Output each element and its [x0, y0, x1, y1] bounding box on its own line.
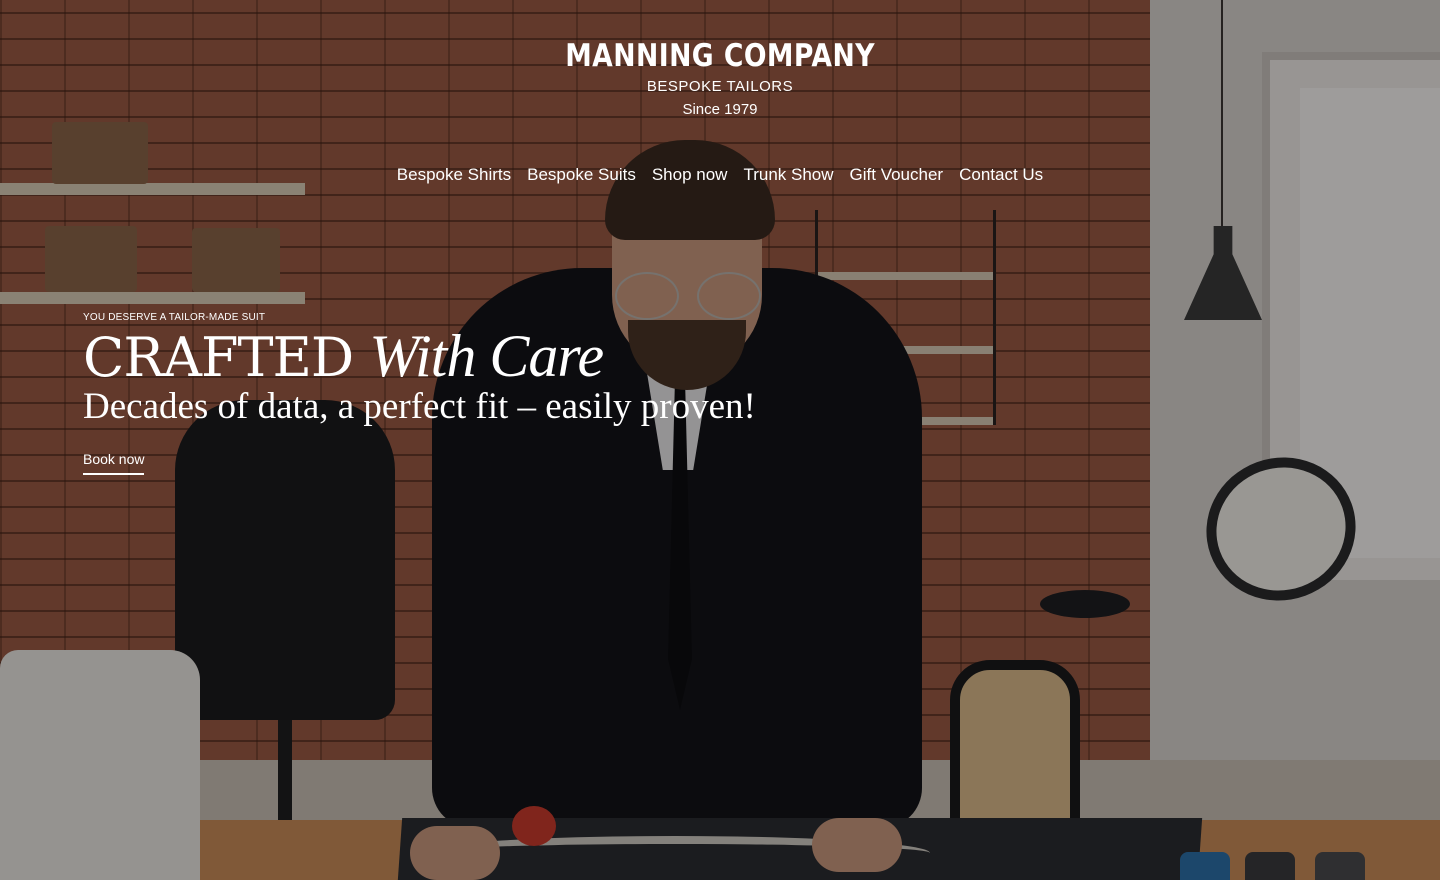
nav-shop-now[interactable]: Shop now — [652, 163, 728, 187]
hero-tagline: Decades of data, a perfect fit – easily … — [83, 386, 756, 427]
nav-gift-voucher[interactable]: Gift Voucher — [850, 163, 944, 187]
headline-main: CRAFTED — [83, 326, 354, 389]
headline-script: With Care — [369, 323, 604, 389]
nav-contact-us[interactable]: Contact Us — [959, 163, 1043, 187]
hero-content: YOU DESERVE A TAILOR-MADE SUIT CRAFTED W… — [83, 311, 756, 475]
brand-header: MANNING COMPANY BESPOKE TAILORS Since 19… — [0, 38, 1440, 119]
book-now-button[interactable]: Book now — [83, 448, 145, 475]
nav-bespoke-shirts[interactable]: Bespoke Shirts — [397, 163, 511, 187]
main-nav: Bespoke Shirts Bespoke Suits Shop now Tr… — [0, 163, 1440, 187]
brand-subtitle: BESPOKE TAILORS — [646, 78, 794, 95]
brand-since: Since 1979 — [682, 101, 758, 118]
brand-logo[interactable]: MANNING COMPANY — [565, 38, 875, 74]
hero-headline: CRAFTED With Care — [83, 326, 756, 388]
nav-trunk-show[interactable]: Trunk Show — [743, 163, 833, 187]
nav-bespoke-suits[interactable]: Bespoke Suits — [527, 163, 636, 187]
